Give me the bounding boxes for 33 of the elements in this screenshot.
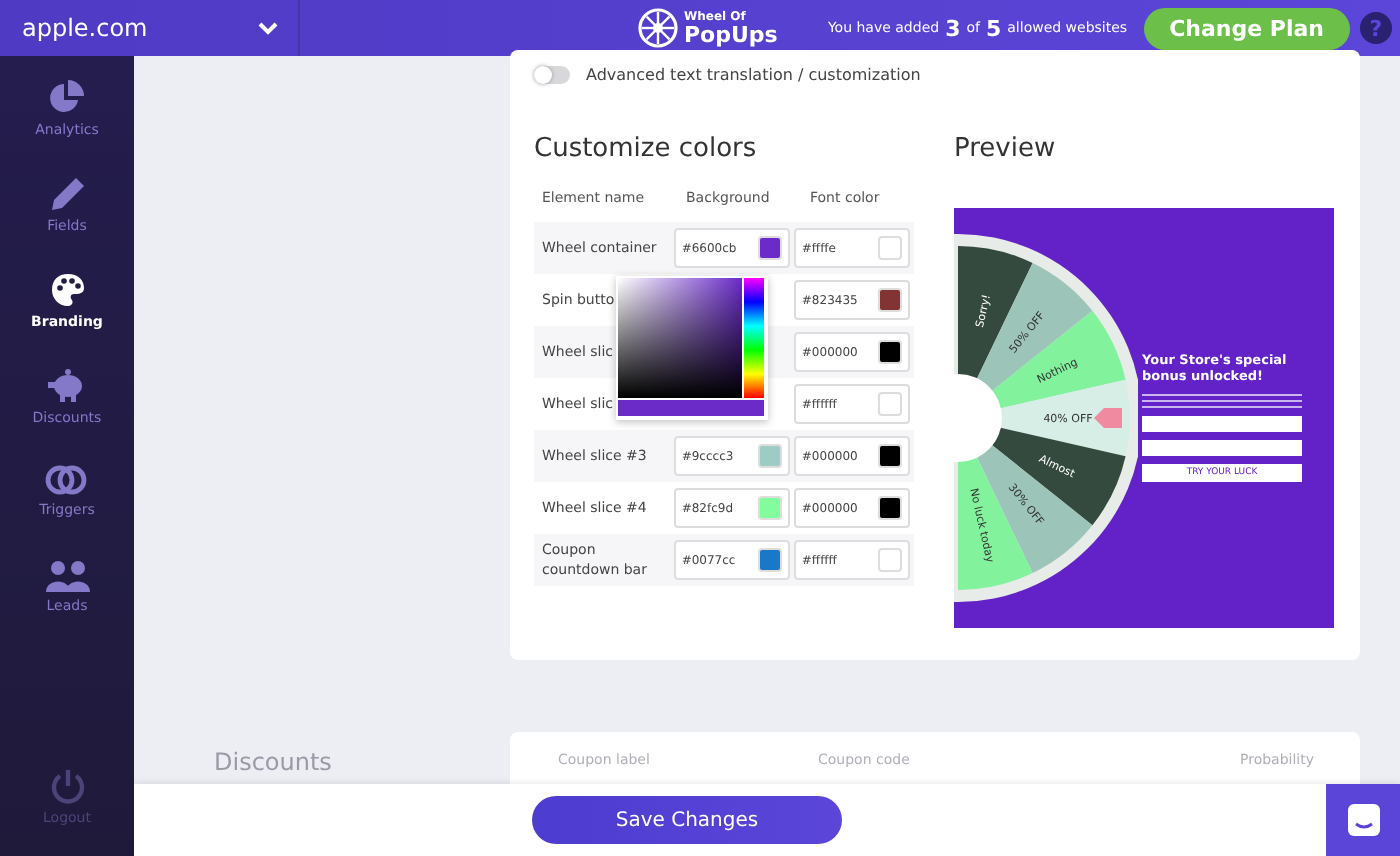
color-swatch[interactable] <box>877 392 902 416</box>
chevron-icon <box>258 21 278 35</box>
section-title: Discounts <box>214 746 334 780</box>
color-swatch[interactable] <box>877 548 902 572</box>
color-swatch[interactable] <box>757 444 782 468</box>
section-title: Preview <box>954 134 1058 168</box>
palette-icon <box>49 272 85 308</box>
toggle-switch[interactable] <box>534 65 570 83</box>
chat-icon <box>1345 802 1381 838</box>
color-swatch[interactable] <box>877 496 902 520</box>
color-picker[interactable] <box>616 276 768 420</box>
chat-button[interactable] <box>1326 784 1400 856</box>
quota-count: 3 <box>945 15 961 41</box>
pencil-icon <box>49 176 85 212</box>
color-swatch[interactable] <box>757 548 782 572</box>
color-swatch[interactable] <box>757 236 782 260</box>
wheel-pointer-icon <box>1094 408 1122 428</box>
power-icon <box>49 768 85 804</box>
color-swatch[interactable] <box>757 496 782 520</box>
color-swatch[interactable] <box>877 340 902 364</box>
people-icon <box>45 560 89 592</box>
toggle-label: Advanced text translation / customization <box>586 65 921 83</box>
two-rings-icon <box>44 464 89 496</box>
logo-text: PopUps <box>684 23 778 45</box>
color-swatch[interactable] <box>877 236 902 260</box>
pie-chart-icon <box>48 80 85 116</box>
section-title: Customize colors <box>534 134 759 168</box>
save-changes-button[interactable]: Save Changes <box>532 796 842 844</box>
wheel-hub <box>954 374 1002 462</box>
quota-count: 5 <box>985 15 1002 41</box>
piggy-bank-icon <box>46 368 87 404</box>
color-swatch[interactable] <box>877 288 902 312</box>
color-swatch[interactable] <box>877 444 902 468</box>
